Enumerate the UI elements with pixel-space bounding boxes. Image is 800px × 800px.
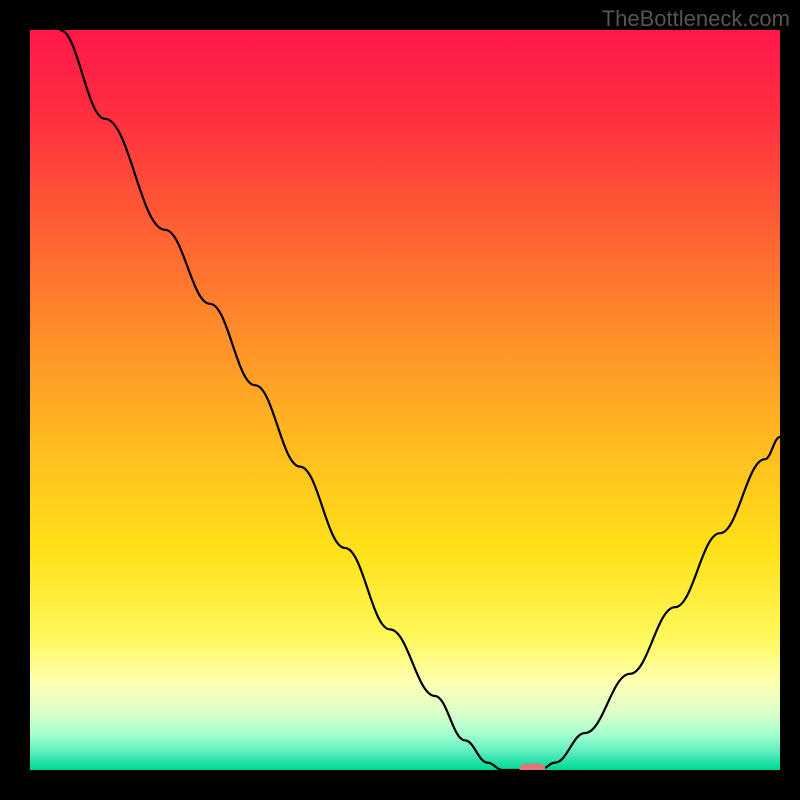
frame-right [780,0,800,800]
frame-bottom [0,770,800,800]
bottleneck-chart [0,0,800,800]
chart-container: TheBottleneck.com [0,0,800,800]
gradient-background [30,30,780,770]
frame-left [0,0,30,800]
watermark-text: TheBottleneck.com [602,6,790,32]
